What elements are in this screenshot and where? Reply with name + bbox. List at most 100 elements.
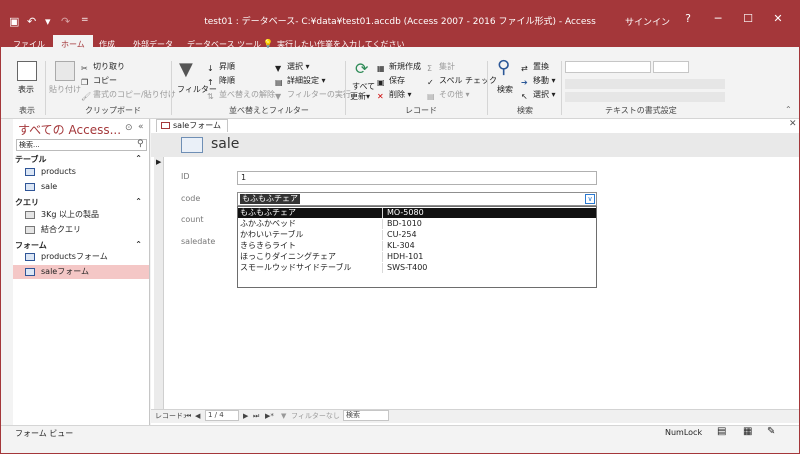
- maximize-button[interactable]: ☐: [733, 12, 763, 25]
- group-view-label: 表示: [19, 106, 35, 115]
- view-button[interactable]: 表示: [18, 84, 34, 95]
- tab-database-tools[interactable]: データベース ツール: [187, 39, 261, 50]
- nav-item-products[interactable]: products: [13, 165, 149, 179]
- tab-create[interactable]: 作成: [99, 39, 115, 50]
- sort-ascending-button[interactable]: ↓ 昇順: [207, 61, 235, 74]
- dropdown-option[interactable]: ふかふかベッド BD-1010: [238, 219, 596, 229]
- previous-record-icon[interactable]: ◀: [195, 410, 200, 422]
- nav-group-tables[interactable]: テーブル ⌃: [15, 154, 148, 165]
- form-view-icon[interactable]: ▤: [717, 426, 726, 437]
- more-icon: ▤: [427, 92, 435, 101]
- minimize-button[interactable]: ─: [703, 12, 733, 25]
- refresh-all-button[interactable]: 更新▾: [350, 91, 370, 102]
- copy-button[interactable]: ❐ コピー: [81, 75, 117, 88]
- save-record-button[interactable]: ▣ 保存: [377, 75, 405, 88]
- code-combobox[interactable]: もふもふチェア ∨: [237, 192, 597, 206]
- replace-button[interactable]: ⇄ 置換: [521, 61, 549, 74]
- advanced-filter-icon: ▤: [275, 78, 283, 87]
- save-record-icon: ▣: [377, 78, 385, 87]
- font-size-select[interactable]: [653, 61, 689, 73]
- close-button[interactable]: ✕: [763, 12, 793, 25]
- goto-label: 移動 ▾: [533, 76, 556, 85]
- format-painter-button[interactable]: 🖌 書式のコピー/貼り付け: [81, 89, 176, 102]
- paste-icon: [55, 61, 75, 81]
- id-field[interactable]: 1: [237, 171, 597, 185]
- chevron-up-icon: ⌃: [135, 240, 142, 249]
- first-record-icon[interactable]: ⏮: [185, 410, 191, 422]
- nav-item-label: sale: [41, 182, 58, 191]
- nav-group-queries[interactable]: クエリ ⌃: [15, 197, 148, 208]
- sort-descending-button[interactable]: ↑ 降順: [207, 75, 235, 88]
- selection-filter-button[interactable]: ▼ 選択 ▾: [275, 61, 310, 74]
- separator: [45, 61, 46, 115]
- option-code: HDH-101: [387, 252, 424, 261]
- brush-icon: 🖌: [81, 92, 92, 101]
- table-icon: [25, 183, 35, 191]
- search-icon: ⚲: [137, 139, 144, 149]
- tab-external-data[interactable]: 外部データ: [133, 39, 173, 50]
- tab-home[interactable]: ホーム: [53, 35, 93, 57]
- nav-item-products-form[interactable]: productsフォーム: [13, 250, 149, 264]
- record-selector[interactable]: ▶: [154, 157, 164, 409]
- signin-link[interactable]: サインイン: [625, 15, 670, 28]
- advanced-filter-button[interactable]: ▤ 詳細設定 ▾: [275, 75, 326, 88]
- last-record-icon[interactable]: ⏭: [253, 410, 259, 422]
- help-button[interactable]: ?: [673, 12, 703, 25]
- nav-search-input[interactable]: 検索...: [16, 139, 147, 151]
- new-label: 新規作成: [389, 62, 421, 71]
- find-button[interactable]: 検索: [497, 84, 513, 95]
- tell-me-input[interactable]: 実行したい作業を入力してください: [277, 39, 405, 50]
- option-name: かわいいテーブル: [240, 230, 383, 240]
- option-name: ふかふかベッド: [240, 219, 383, 229]
- clear-sort-button[interactable]: ⇅ 並べ替えの解除: [207, 89, 275, 102]
- nav-menu-icon[interactable]: ⊙: [125, 123, 133, 133]
- dropdown-option[interactable]: かわいいテーブル CU-254: [238, 230, 596, 240]
- collapse-pane-icon[interactable]: «: [138, 122, 144, 132]
- tab-file[interactable]: ファイル: [13, 39, 45, 50]
- totals-button[interactable]: Σ 集計: [427, 61, 455, 74]
- record-search-input[interactable]: 検索: [343, 410, 389, 421]
- close-document-icon[interactable]: ✕: [789, 119, 797, 129]
- goto-button[interactable]: ➔ 移動 ▾: [521, 75, 556, 88]
- dropdown-option[interactable]: スモールウッドサイドテーブル SWS-T400: [238, 263, 596, 273]
- select-button[interactable]: ↖ 選択 ▾: [521, 89, 556, 102]
- document-area: saleフォーム ✕ sale ▶ ID 1 code もふもふチェア ∨ co…: [151, 119, 799, 425]
- nav-item-label: products: [41, 167, 76, 176]
- nav-pane-title[interactable]: すべての Access...: [18, 121, 121, 138]
- copy-label: コピー: [93, 76, 117, 85]
- font-name-select[interactable]: [565, 61, 651, 73]
- record-position-input[interactable]: 1 / 4: [205, 410, 239, 421]
- nav-item-join-query[interactable]: 結合クエリ: [13, 223, 149, 237]
- nav-item-sale[interactable]: sale: [13, 180, 149, 194]
- nav-item-sale-form[interactable]: saleフォーム: [13, 265, 149, 279]
- cut-label: 切り取り: [93, 62, 125, 71]
- refresh-icon: ⟳: [355, 59, 369, 78]
- separator: [487, 61, 488, 115]
- new-record-button[interactable]: ▦ 新規作成: [377, 61, 421, 74]
- paste-button[interactable]: 貼り付け: [49, 84, 81, 95]
- scissors-icon: ✂: [81, 64, 88, 73]
- doc-tab-sale-form[interactable]: saleフォーム: [156, 119, 228, 132]
- dropdown-option[interactable]: きらきらライト KL-304: [238, 241, 596, 251]
- new-record-icon[interactable]: ▶*: [265, 410, 274, 422]
- table-icon: [25, 168, 35, 176]
- dropdown-option[interactable]: もふもふチェア MO-5080: [238, 208, 596, 218]
- design-view-icon[interactable]: ✎: [767, 426, 775, 437]
- saledate-label: saledate: [181, 237, 216, 246]
- next-record-icon[interactable]: ▶: [243, 410, 248, 422]
- layout-view-icon[interactable]: ▦: [743, 426, 752, 437]
- delete-record-button[interactable]: ✕ 削除 ▾: [377, 89, 412, 102]
- cut-button[interactable]: ✂ 切り取り: [81, 61, 125, 74]
- option-code: CU-254: [387, 230, 417, 239]
- collapse-ribbon-icon[interactable]: ⌃: [785, 105, 792, 114]
- filter-status[interactable]: フィルターなし: [291, 410, 340, 422]
- status-bar: フォーム ビュー NumLock ▤ ▦ ✎: [1, 425, 799, 453]
- format-toolbar-row1: [565, 79, 725, 89]
- group-clipboard-label: クリップボード: [85, 106, 141, 115]
- nav-item-query-3kg[interactable]: 3Kg 以上の製品: [13, 208, 149, 222]
- chevron-down-icon[interactable]: ∨: [585, 194, 595, 204]
- more-button[interactable]: ▤ その他 ▾: [427, 89, 470, 102]
- dropdown-option[interactable]: ほっこりダイニングチェア HDH-101: [238, 252, 596, 262]
- code-value: もふもふチェア: [240, 194, 300, 204]
- toggle-filter-button[interactable]: ▼ フィルターの実行: [275, 89, 351, 102]
